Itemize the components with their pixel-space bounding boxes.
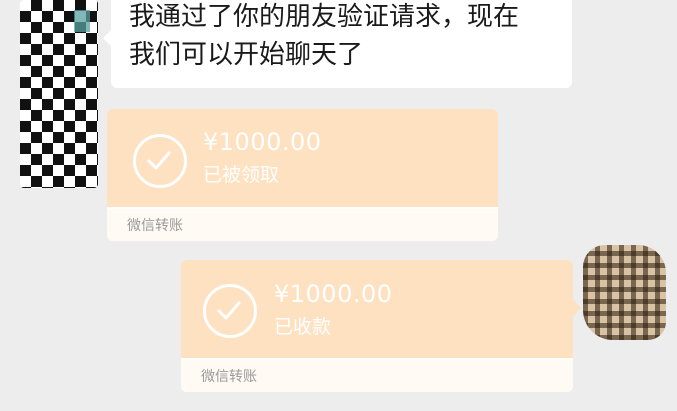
user-avatar[interactable] — [583, 245, 666, 340]
transfer-footer-label: 微信转账 — [201, 369, 257, 385]
transfer-card-top: ¥1000.00 已收款 — [181, 260, 573, 358]
check-circle-icon — [133, 134, 187, 188]
transfer-card-received[interactable]: ¥1000.00 已被领取 微信转账 — [107, 109, 498, 241]
bubble-tail — [103, 30, 111, 46]
bubble-tail — [573, 300, 581, 316]
transfer-card-sent[interactable]: ¥1000.00 已收款 微信转账 — [181, 260, 573, 392]
transfer-amount: ¥1000.00 — [274, 280, 393, 308]
transfer-footer-label: 微信转账 — [127, 218, 183, 234]
transfer-status: 已被领取 — [203, 164, 280, 186]
transfer-card-sent-wrapper: ¥1000.00 已收款 微信转账 — [181, 260, 581, 392]
transfer-card-top: ¥1000.00 已被领取 — [107, 109, 498, 207]
transfer-footer: 微信转账 — [181, 360, 573, 392]
transfer-footer: 微信转账 — [107, 209, 498, 241]
contact-avatar[interactable] — [20, 0, 98, 188]
avatar-pattern-accent — [74, 10, 90, 32]
message-text: 我通过了你的朋友验证请求，现在 我们可以开始聊天了 — [129, 2, 520, 70]
transfer-status: 已收款 — [274, 316, 332, 338]
text-message-bubble[interactable]: 我通过了你的朋友验证请求，现在 我们可以开始聊天了 — [103, 0, 572, 88]
check-circle-icon — [203, 284, 257, 338]
transfer-amount: ¥1000.00 — [203, 128, 322, 156]
